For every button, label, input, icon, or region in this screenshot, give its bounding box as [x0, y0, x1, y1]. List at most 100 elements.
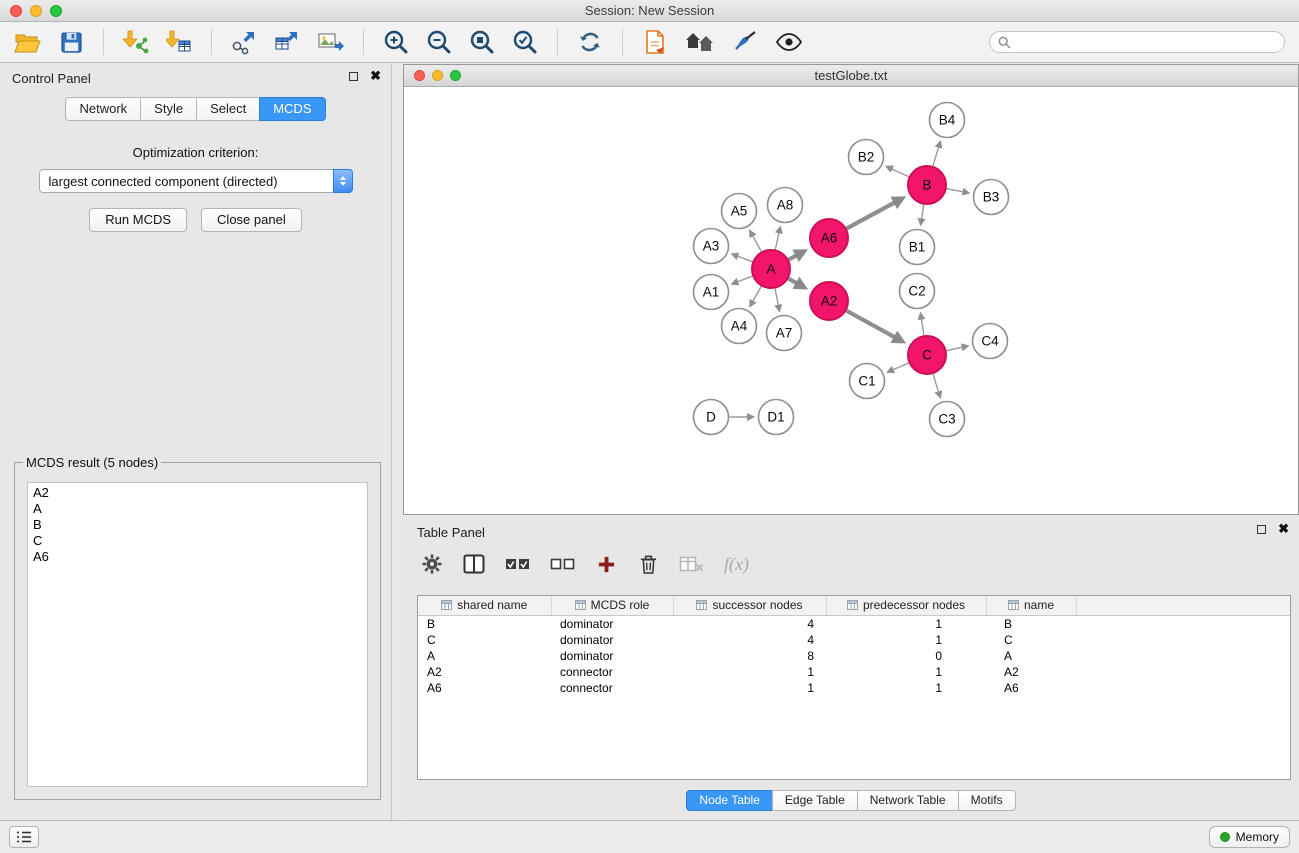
column-header-shared-name[interactable]: shared name	[418, 596, 551, 615]
refresh-layout-button[interactable]	[577, 28, 603, 56]
memory-button[interactable]: Memory	[1209, 826, 1290, 848]
table-cell[interactable]: A6	[418, 680, 551, 696]
export-image-button[interactable]	[317, 28, 344, 56]
graph-edge-B-B3[interactable]	[947, 189, 969, 193]
table-mode-button[interactable]	[421, 551, 443, 577]
optimization-criterion-select[interactable]: largest connected component (directed)	[39, 169, 353, 193]
tab-network-table[interactable]: Network Table	[857, 790, 959, 811]
close-panel-icon[interactable]: ✖	[370, 71, 381, 81]
graph-edge-A-A5[interactable]	[750, 231, 761, 252]
run-mcds-button[interactable]: Run MCDS	[89, 208, 187, 232]
show-hide-button[interactable]	[775, 28, 803, 56]
home-neighbors-button[interactable]	[685, 28, 715, 56]
zoom-reset-button[interactable]	[469, 28, 495, 56]
graph-edge-A2-C[interactable]	[847, 311, 903, 342]
table-cell[interactable]: connector	[551, 664, 673, 680]
table-cell[interactable]: connector	[551, 680, 673, 696]
tab-motifs[interactable]: Motifs	[958, 790, 1016, 811]
graph-edge-B-B1[interactable]	[921, 205, 924, 225]
graph-node-C2[interactable]: C2	[900, 274, 935, 309]
session-snapshot-button[interactable]	[642, 28, 668, 56]
graph-node-C4[interactable]: C4	[973, 324, 1008, 359]
close-network-window-button[interactable]	[414, 70, 425, 81]
create-column-button[interactable]	[595, 551, 617, 577]
table-cell[interactable]: 1	[673, 664, 826, 680]
table-cell[interactable]: 0	[826, 648, 986, 664]
graph-node-B3[interactable]: B3	[974, 180, 1009, 215]
import-network-button[interactable]	[123, 28, 149, 56]
table-cell[interactable]: B	[418, 615, 551, 632]
maximize-window-button[interactable]	[50, 5, 62, 17]
minimize-window-button[interactable]	[30, 5, 42, 17]
column-header-successor-nodes[interactable]: successor nodes	[673, 596, 826, 615]
table-cell[interactable]: 8	[673, 648, 826, 664]
search-field[interactable]	[989, 31, 1285, 53]
zoom-fit-selected-button[interactable]	[512, 28, 538, 56]
graph-node-B[interactable]: B	[908, 166, 946, 204]
graph-edge-C-C4[interactable]	[947, 346, 969, 351]
graph-edge-A6-B[interactable]	[847, 198, 903, 228]
table-cell[interactable]: A2	[418, 664, 551, 680]
delete-column-button[interactable]	[637, 551, 659, 577]
mcds-result-item[interactable]: A6	[33, 549, 362, 565]
graph-node-B1[interactable]: B1	[900, 230, 935, 265]
task-history-button[interactable]	[9, 826, 39, 848]
node-table[interactable]: shared nameMCDS rolesuccessor nodesprede…	[418, 596, 1290, 696]
table-cell[interactable]: 4	[673, 615, 826, 632]
graph-node-A2[interactable]: A2	[810, 282, 848, 320]
table-cell[interactable]: 1	[826, 615, 986, 632]
new-network-from-selection-button[interactable]	[231, 28, 257, 56]
graph-node-D[interactable]: D	[694, 400, 729, 435]
graph-node-B2[interactable]: B2	[849, 140, 884, 175]
graph-edge-A-A4[interactable]	[750, 286, 761, 306]
zoom-out-button[interactable]	[426, 28, 452, 56]
close-panel-button[interactable]: Close panel	[201, 208, 302, 232]
column-header-name[interactable]: name	[986, 596, 1076, 615]
tab-network[interactable]: Network	[65, 97, 141, 121]
graph-node-B4[interactable]: B4	[930, 103, 965, 138]
graph-edge-A-A7[interactable]	[775, 289, 780, 311]
import-table-button[interactable]	[166, 28, 192, 56]
graph-edge-B-B2[interactable]	[886, 166, 908, 176]
tab-edge-table[interactable]: Edge Table	[772, 790, 858, 811]
table-row[interactable]: Bdominator41B	[418, 615, 1290, 632]
table-cell[interactable]: A6	[986, 680, 1076, 696]
graph-node-C1[interactable]: C1	[850, 364, 885, 399]
table-cell[interactable]: dominator	[551, 632, 673, 648]
table-cell[interactable]: A2	[986, 664, 1076, 680]
table-row[interactable]: A2connector11A2	[418, 664, 1290, 680]
table-row[interactable]: Cdominator41C	[418, 632, 1290, 648]
tab-node-table[interactable]: Node Table	[686, 790, 773, 811]
table-cell[interactable]: 1	[826, 632, 986, 648]
table-cell[interactable]: 4	[673, 632, 826, 648]
search-input[interactable]	[1016, 35, 1276, 49]
mcds-result-list[interactable]: A2ABCA6	[27, 482, 368, 787]
close-window-button[interactable]	[10, 5, 22, 17]
graph-edge-A-A6[interactable]	[789, 251, 805, 259]
table-cell[interactable]: C	[418, 632, 551, 648]
graph-node-A5[interactable]: A5	[722, 194, 757, 229]
graph-edge-A-A8[interactable]	[775, 227, 780, 250]
minimize-network-window-button[interactable]	[432, 70, 443, 81]
export-table-button[interactable]	[274, 28, 300, 56]
open-session-button[interactable]	[14, 28, 41, 56]
graph-edge-A-A1[interactable]	[732, 276, 752, 284]
graph-node-A4[interactable]: A4	[722, 309, 757, 344]
table-cell[interactable]: A	[418, 648, 551, 664]
tab-mcds[interactable]: MCDS	[259, 97, 325, 121]
table-row[interactable]: A6connector11A6	[418, 680, 1290, 696]
table-cell[interactable]: B	[986, 615, 1076, 632]
deselect-all-button[interactable]	[550, 551, 575, 577]
graph-node-A8[interactable]: A8	[768, 188, 803, 223]
delete-table-button[interactable]	[679, 551, 704, 577]
save-session-button[interactable]	[58, 28, 84, 56]
table-cell[interactable]: 1	[826, 664, 986, 680]
column-header-predecessor-nodes[interactable]: predecessor nodes	[826, 596, 986, 615]
graph-edge-C-C3[interactable]	[933, 374, 940, 397]
zoom-in-button[interactable]	[383, 28, 409, 56]
network-graph[interactable]: AA6A2BCA1A3A4A5A7A8B1B2B3B4C1C2C3C4DD1	[404, 87, 1298, 513]
mcds-result-item[interactable]: B	[33, 517, 362, 533]
graph-node-C3[interactable]: C3	[930, 402, 965, 437]
float-panel-icon[interactable]	[349, 72, 358, 81]
mcds-result-item[interactable]: A2	[33, 485, 362, 501]
